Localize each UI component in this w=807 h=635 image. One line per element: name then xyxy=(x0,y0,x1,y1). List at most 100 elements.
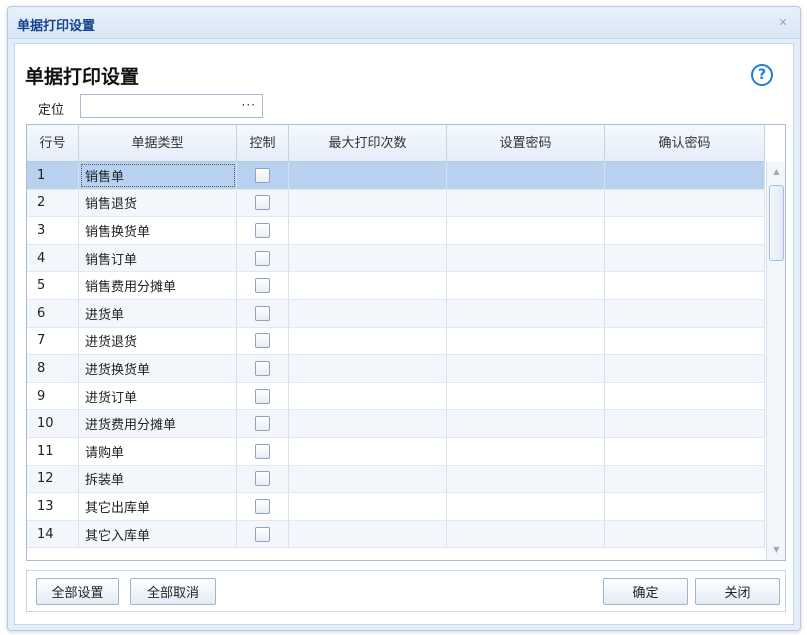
set-password-cell[interactable] xyxy=(447,299,605,327)
table-row[interactable]: 7 进货退货 xyxy=(27,327,765,356)
doc-type-cell[interactable]: 进货单 xyxy=(79,299,237,327)
cancel-all-button[interactable]: 全部取消 xyxy=(130,578,216,605)
confirm-password-cell[interactable] xyxy=(605,189,765,217)
table-row[interactable]: 9 进货订单 xyxy=(27,382,765,411)
table-row[interactable]: 6 进货单 xyxy=(27,299,765,328)
vertical-scrollbar[interactable]: ▲ ▼ xyxy=(766,162,785,560)
confirm-password-cell[interactable] xyxy=(605,272,765,299)
table-row[interactable]: 11 请购单 xyxy=(27,437,765,466)
set-password-cell[interactable] xyxy=(447,189,605,217)
column-header-row-no[interactable]: 行号 xyxy=(27,125,79,162)
confirm-password-cell[interactable] xyxy=(605,244,765,272)
locate-input[interactable]: ··· xyxy=(80,94,263,118)
max-print-count-cell[interactable] xyxy=(289,162,447,189)
control-checkbox[interactable] xyxy=(255,416,270,432)
set-password-cell[interactable] xyxy=(447,382,605,410)
max-print-count-cell[interactable] xyxy=(289,299,447,327)
control-checkbox[interactable] xyxy=(255,305,270,321)
control-checkbox[interactable] xyxy=(255,443,270,459)
doc-type-cell[interactable]: 销售退货 xyxy=(79,189,237,217)
max-print-count-cell[interactable] xyxy=(289,244,447,272)
table-row[interactable]: 2 销售退货 xyxy=(27,189,765,218)
doc-type-cell[interactable]: 进货换货单 xyxy=(79,355,237,382)
help-icon[interactable]: ? xyxy=(751,64,773,86)
column-header-set-password[interactable]: 设置密码 xyxy=(447,125,605,162)
control-checkbox[interactable] xyxy=(255,222,270,238)
control-checkbox[interactable] xyxy=(255,471,270,487)
doc-type-cell[interactable]: 其它入库单 xyxy=(79,520,237,548)
table-row[interactable]: 3 销售换货单 xyxy=(27,217,765,245)
max-print-count-cell[interactable] xyxy=(289,493,447,520)
confirm-password-cell[interactable] xyxy=(605,382,765,410)
table-row[interactable]: 13 其它出库单 xyxy=(27,493,765,521)
table-row[interactable]: 5 销售费用分摊单 xyxy=(27,272,765,300)
scroll-up-icon[interactable]: ▲ xyxy=(767,164,785,180)
set-password-cell[interactable] xyxy=(447,244,605,272)
table-row[interactable]: 10 进货费用分摊单 xyxy=(27,410,765,438)
confirm-password-cell[interactable] xyxy=(605,520,765,548)
column-header-control[interactable]: 控制 xyxy=(237,125,289,162)
set-password-cell[interactable] xyxy=(447,437,605,465)
set-password-cell[interactable] xyxy=(447,272,605,299)
column-header-max-print[interactable]: 最大打印次数 xyxy=(289,125,447,162)
max-print-count-cell[interactable] xyxy=(289,217,447,244)
doc-type-cell[interactable]: 其它出库单 xyxy=(79,493,237,520)
max-print-count-cell[interactable] xyxy=(289,382,447,410)
max-print-count-cell[interactable] xyxy=(289,272,447,299)
confirm-password-cell[interactable] xyxy=(605,217,765,244)
confirm-password-cell[interactable] xyxy=(605,327,765,355)
scrollbar-thumb[interactable] xyxy=(769,185,784,261)
control-checkbox[interactable] xyxy=(255,278,270,294)
doc-type-cell[interactable]: 销售费用分摊单 xyxy=(79,272,237,299)
set-password-cell[interactable] xyxy=(447,327,605,355)
set-password-cell[interactable] xyxy=(447,520,605,548)
doc-type-cell[interactable]: 进货费用分摊单 xyxy=(79,410,237,437)
set-all-button[interactable]: 全部设置 xyxy=(36,578,119,605)
confirm-password-cell[interactable] xyxy=(605,355,765,382)
table-row[interactable]: 8 进货换货单 xyxy=(27,355,765,383)
set-password-cell[interactable] xyxy=(447,217,605,244)
doc-type-cell[interactable]: 销售订单 xyxy=(79,244,237,272)
column-header-doc-type[interactable]: 单据类型 xyxy=(79,125,237,162)
doc-type-cell[interactable]: 请购单 xyxy=(79,437,237,465)
doc-type-cell[interactable]: 销售单 xyxy=(79,162,237,189)
doc-type-cell[interactable]: 拆装单 xyxy=(79,465,237,493)
control-checkbox[interactable] xyxy=(255,250,270,266)
set-password-cell[interactable] xyxy=(447,162,605,189)
max-print-count-cell[interactable] xyxy=(289,520,447,548)
ok-button[interactable]: 确定 xyxy=(603,578,688,605)
max-print-count-cell[interactable] xyxy=(289,355,447,382)
set-password-cell[interactable] xyxy=(447,355,605,382)
scroll-down-icon[interactable]: ▼ xyxy=(767,542,785,558)
control-checkbox[interactable] xyxy=(255,498,270,514)
table-row[interactable]: 14 其它入库单 xyxy=(27,520,765,549)
control-checkbox[interactable] xyxy=(255,526,270,542)
close-icon[interactable]: ✕ xyxy=(777,17,789,29)
table-row[interactable]: 1 销售单 xyxy=(27,162,765,190)
control-checkbox[interactable] xyxy=(255,195,270,211)
max-print-count-cell[interactable] xyxy=(289,437,447,465)
control-checkbox[interactable] xyxy=(255,360,270,376)
title-bar[interactable]: 单据打印设置 ✕ xyxy=(8,7,800,39)
doc-type-cell[interactable]: 进货订单 xyxy=(79,382,237,410)
control-checkbox[interactable] xyxy=(255,167,270,183)
table-row[interactable]: 12 拆装单 xyxy=(27,465,765,494)
confirm-password-cell[interactable] xyxy=(605,162,765,189)
doc-type-cell[interactable]: 销售换货单 xyxy=(79,217,237,244)
max-print-count-cell[interactable] xyxy=(289,327,447,355)
doc-type-cell[interactable]: 进货退货 xyxy=(79,327,237,355)
max-print-count-cell[interactable] xyxy=(289,189,447,217)
set-password-cell[interactable] xyxy=(447,410,605,437)
max-print-count-cell[interactable] xyxy=(289,465,447,493)
control-checkbox[interactable] xyxy=(255,388,270,404)
control-checkbox[interactable] xyxy=(255,333,270,349)
set-password-cell[interactable] xyxy=(447,493,605,520)
table-row[interactable]: 4 销售订单 xyxy=(27,244,765,273)
ellipsis-icon[interactable]: ··· xyxy=(242,98,256,112)
confirm-password-cell[interactable] xyxy=(605,410,765,437)
max-print-count-cell[interactable] xyxy=(289,410,447,437)
set-password-cell[interactable] xyxy=(447,465,605,493)
column-header-confirm-password[interactable]: 确认密码 xyxy=(605,125,765,162)
close-button[interactable]: 关闭 xyxy=(695,578,780,605)
confirm-password-cell[interactable] xyxy=(605,465,765,493)
